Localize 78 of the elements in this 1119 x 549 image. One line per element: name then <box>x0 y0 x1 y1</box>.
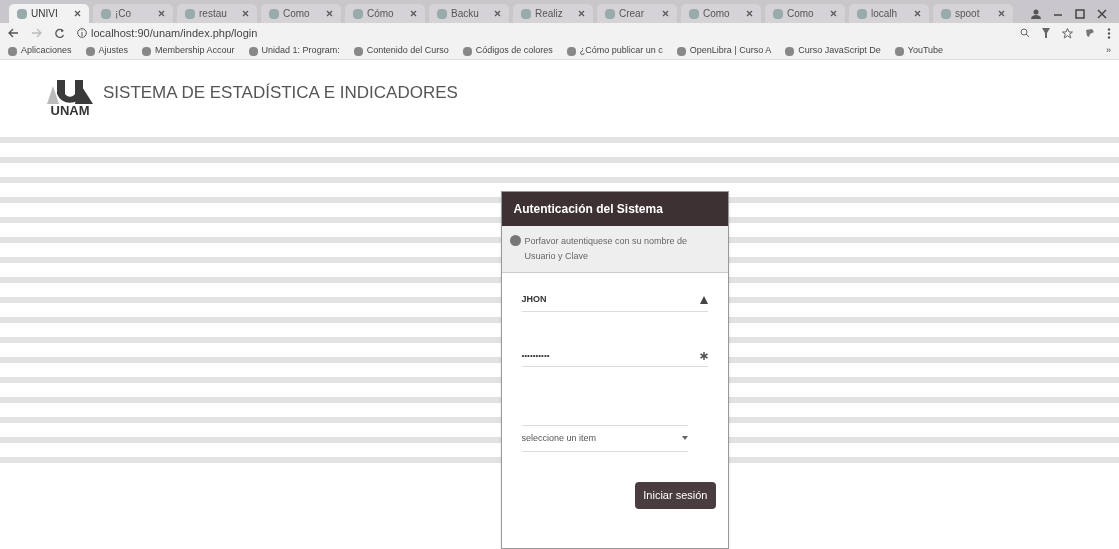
close-icon[interactable] <box>998 10 1005 17</box>
search-icon[interactable] <box>1020 28 1030 38</box>
item-select[interactable]: seleccione un item <box>521 424 688 452</box>
tab-favicon-icon <box>437 8 447 19</box>
browser-tab[interactable]: Backu <box>428 3 510 23</box>
bookmark-item[interactable]: ¿Cómo publicar un c <box>566 44 663 58</box>
close-icon[interactable] <box>326 10 333 17</box>
tab-favicon-icon <box>941 8 951 19</box>
browser-tab[interactable]: ¡Co <box>92 3 174 23</box>
bookmark-item[interactable]: Curso JavaScript De <box>785 44 881 58</box>
tab-favicon-icon <box>185 8 195 19</box>
close-icon[interactable] <box>410 10 417 17</box>
maximize-icon[interactable] <box>1075 9 1085 19</box>
close-icon[interactable] <box>1097 9 1107 19</box>
bookmark-favicon-icon <box>85 46 95 56</box>
bookmark-item[interactable]: YouTube <box>894 44 944 58</box>
tab-favicon-icon <box>521 8 531 19</box>
browser-tab[interactable]: Como <box>260 3 342 23</box>
menu-icon[interactable] <box>1107 27 1111 39</box>
bookmark-item[interactable]: Códigos de colores <box>462 44 553 58</box>
info-icon <box>77 28 87 38</box>
close-icon[interactable] <box>914 10 921 17</box>
caret-icon <box>681 436 688 441</box>
bookmark-favicon-icon <box>566 46 576 56</box>
bookmark-item[interactable]: Contenido del Curso <box>353 44 449 58</box>
browser-tab[interactable]: UNIVI <box>8 3 90 23</box>
tab-favicon-icon <box>269 8 279 19</box>
bookmark-favicon-icon <box>248 46 258 56</box>
browser-tab[interactable]: spoot <box>932 3 1014 23</box>
info-text: Porfavor autentiquese con su nombre de Usuario y Clave <box>524 235 689 263</box>
password-field[interactable]: •••••••••• <box>521 349 708 367</box>
bookmark-favicon-icon <box>353 46 363 56</box>
close-icon[interactable] <box>494 10 501 17</box>
browser-tab[interactable]: Cómo <box>344 3 426 23</box>
bookmark-item[interactable]: Ajustes <box>85 44 129 58</box>
close-icon[interactable] <box>242 10 249 17</box>
bookmark-item[interactable]: Membership Accour <box>142 44 235 58</box>
close-icon[interactable] <box>830 10 837 17</box>
bookmark-item[interactable]: Aplicaciones <box>8 44 72 58</box>
asterisk-icon <box>699 351 708 360</box>
browser-tab[interactable]: Crear <box>596 3 678 23</box>
browser-tab[interactable]: Realiz <box>512 3 594 23</box>
tab-favicon-icon <box>857 8 867 19</box>
more-bookmarks[interactable]: » <box>1106 44 1111 58</box>
login-button[interactable]: Iniciar sesión <box>635 482 716 509</box>
close-icon[interactable] <box>746 10 753 17</box>
bookmark-item[interactable]: OpenLibra | Curso A <box>676 44 772 58</box>
tab-favicon-icon <box>101 8 111 19</box>
tab-favicon-icon <box>17 8 27 19</box>
bookmark-item[interactable]: Unidad 1: Program: <box>248 44 340 58</box>
close-icon[interactable] <box>662 10 669 17</box>
tab-favicon-icon <box>605 8 615 19</box>
tab-favicon-icon <box>773 8 783 19</box>
browser-tab[interactable]: restau <box>176 3 258 23</box>
browser-tab[interactable]: Como <box>764 3 846 23</box>
logo-icon <box>45 78 95 104</box>
tab-favicon-icon <box>689 8 699 19</box>
funnel-icon[interactable] <box>1042 28 1050 38</box>
bookmark-favicon-icon <box>894 46 904 56</box>
browser-tab[interactable]: localh <box>848 3 930 23</box>
close-icon[interactable] <box>158 10 165 17</box>
back-arrow-icon[interactable] <box>8 28 19 38</box>
panel-title: Autenticación del Sistema <box>513 201 663 218</box>
logo-text: UNAM <box>50 104 90 117</box>
bookmark-favicon-icon <box>8 46 17 56</box>
bookmark-favicon-icon <box>676 46 686 56</box>
bookmark-favicon-icon <box>785 46 795 56</box>
close-icon[interactable] <box>578 10 585 17</box>
star-icon[interactable] <box>1062 27 1073 39</box>
help-icon <box>509 235 521 246</box>
close-icon[interactable] <box>74 10 81 17</box>
bookmark-favicon-icon <box>142 46 152 56</box>
browser-tab[interactable]: Como <box>680 3 762 23</box>
page-title: SISTEMA DE ESTADÍSTICA E INDICADORES <box>103 81 458 104</box>
tab-favicon-icon <box>353 8 363 19</box>
username-field[interactable]: JHON <box>521 293 708 312</box>
bookmark-favicon-icon <box>462 46 472 56</box>
reload-icon[interactable] <box>54 27 65 39</box>
